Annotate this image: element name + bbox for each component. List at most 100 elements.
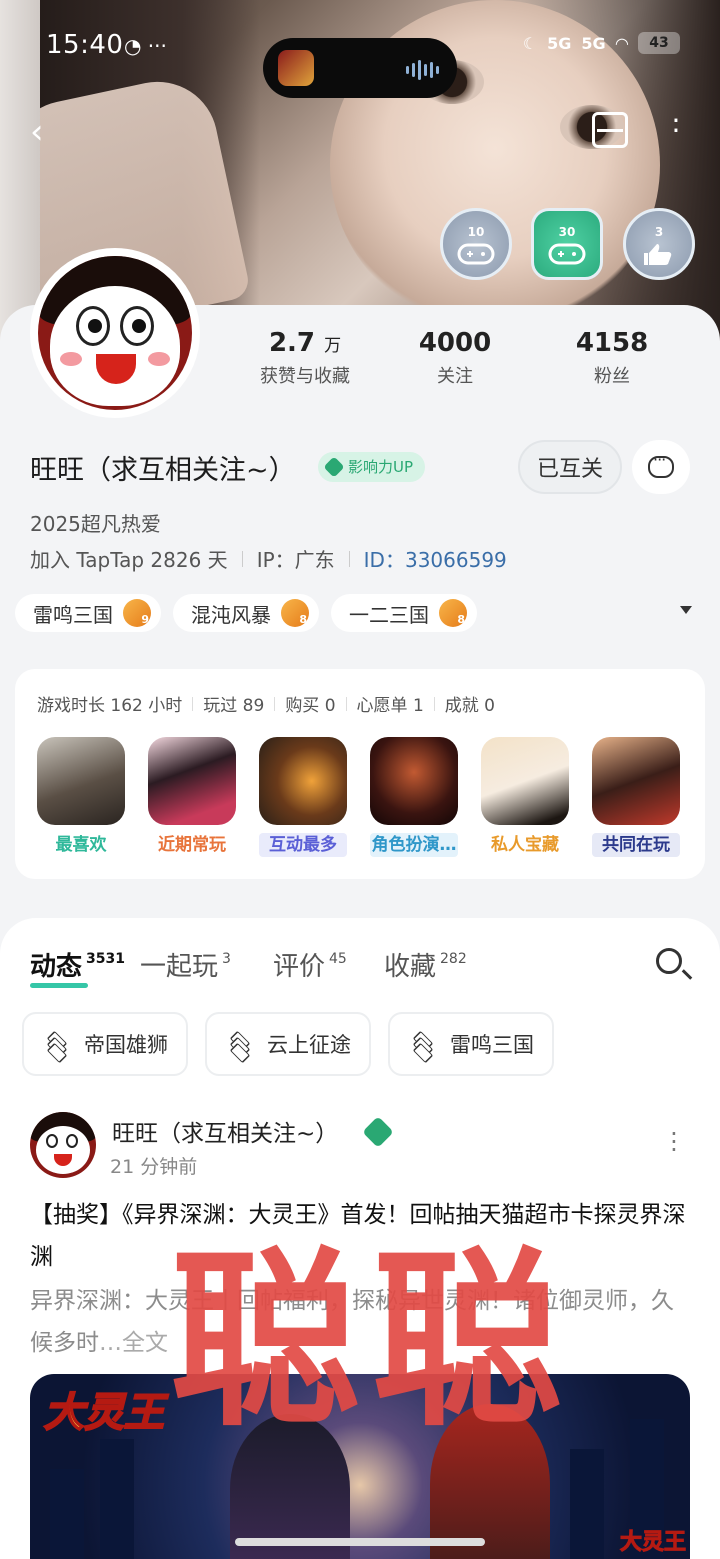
tab-active-indicator — [30, 983, 88, 988]
filter-chip[interactable]: 云上征途 — [205, 1012, 371, 1076]
signal-5g-icon-1: 5G — [547, 33, 572, 53]
read-more-link: …全文 — [99, 1330, 168, 1356]
stat-likes[interactable]: 2.7 万 获赞与收藏 — [250, 328, 360, 388]
game-tag-name: 一二三国 — [349, 602, 429, 627]
avatar-eye-right — [120, 306, 154, 346]
avatar[interactable] — [38, 256, 192, 410]
ip-location: IP：广东 — [256, 548, 335, 572]
gamepad-icon — [548, 243, 586, 265]
game-shelf: 最喜欢 近期常玩 互动最多 角色扮演… 私人宝藏 共同在玩 — [37, 737, 680, 857]
moon-icon: ☾ — [522, 33, 538, 53]
influence-badge[interactable]: 影响力UP — [318, 452, 426, 482]
wishlist-stat: 心愿单 1 — [356, 696, 424, 716]
stat-followers-label: 粉丝 — [594, 366, 630, 387]
game-tag-name: 混沌风暴 — [191, 602, 271, 627]
achievement-badge-2[interactable]: 30 — [531, 208, 603, 280]
shelf-item[interactable]: 最喜欢 — [37, 737, 125, 857]
avatar-cheek — [148, 352, 170, 366]
shelf-item[interactable]: 共同在玩 — [592, 737, 680, 857]
scan-icon[interactable] — [592, 112, 628, 148]
chat-bubble-icon — [648, 450, 674, 478]
tab-collections[interactable]: 收藏 282 — [384, 946, 467, 983]
avatar-eye-left — [76, 306, 110, 346]
badge-number: 10 — [467, 225, 485, 239]
audio-wave-icon — [406, 60, 439, 80]
battery-icon: 43 — [638, 32, 680, 54]
now-playing-app-icon — [278, 50, 314, 86]
achievements-stat: 成就 0 — [444, 696, 496, 716]
post-author-avatar[interactable] — [30, 1112, 96, 1178]
avatar-face — [50, 286, 180, 406]
post-author-name[interactable]: 旺旺（求互相关注~） — [112, 1114, 338, 1148]
wifi-icon: ◠ — [615, 33, 628, 53]
tab-posts[interactable]: 动态 3531 — [30, 946, 125, 983]
game-icon — [37, 737, 125, 825]
shelf-item[interactable]: 近期常玩 — [148, 737, 236, 857]
game-tag[interactable]: 一二三国 8 — [331, 594, 477, 632]
filter-chip-label: 云上征途 — [267, 1033, 351, 1057]
shelf-item[interactable]: 私人宝藏 — [481, 737, 569, 857]
mutual-follow-button[interactable]: 已互关 — [518, 440, 622, 494]
avatar-cheek — [60, 352, 82, 366]
shelf-label: 最喜欢 — [55, 835, 107, 855]
join-days: 加入 TapTap 2826 天 — [30, 548, 228, 572]
game-tag[interactable]: 雷鸣三国 9 — [15, 594, 161, 632]
status-notification-icons: ◔ ··· — [124, 34, 167, 58]
profile-bio: 2025超凡热爱 — [30, 512, 161, 536]
layers-icon — [408, 1030, 438, 1064]
tab-reviews[interactable]: 评价 45 — [273, 946, 347, 983]
filter-chip[interactable]: 帝国雄狮 — [22, 1012, 188, 1076]
stat-followers[interactable]: 4158 粉丝 — [567, 328, 657, 388]
game-icon — [592, 737, 680, 825]
game-tag[interactable]: 混沌风暴 8 — [173, 594, 319, 632]
game-tag-name: 雷鸣三国 — [33, 602, 113, 627]
layers-icon — [42, 1030, 72, 1064]
user-id[interactable]: ID：33066599 — [364, 544, 507, 573]
gamepad-icon — [457, 243, 495, 265]
divider — [241, 550, 243, 567]
message-button[interactable] — [632, 440, 690, 494]
game-level-badge: 8 — [281, 599, 309, 627]
stat-likes-label: 获赞与收藏 — [260, 366, 350, 387]
dynamic-island[interactable] — [263, 38, 457, 98]
chevron-down-icon[interactable] — [680, 606, 692, 614]
achievement-badge-1[interactable]: 10 — [440, 208, 512, 280]
shelf-label: 互动最多 — [259, 833, 347, 857]
signal-5g-icon-2: 5G — [581, 33, 606, 53]
game-icon — [148, 737, 236, 825]
played-stat: 玩过 89 — [203, 696, 265, 716]
filter-chip-label: 雷鸣三国 — [450, 1033, 534, 1057]
layers-icon — [225, 1030, 255, 1064]
thumbs-up-icon — [644, 244, 672, 265]
watermark-overlay: 聪聪 — [170, 1229, 575, 1452]
search-icon[interactable] — [656, 948, 682, 974]
badge-number: 30 — [558, 225, 576, 239]
status-bar: 15:40 ◔ ··· ☾ 5G 5G ◠ 43 — [0, 24, 720, 98]
filter-chip-label: 帝国雄狮 — [84, 1033, 168, 1057]
shelf-item[interactable]: 互动最多 — [259, 737, 347, 857]
profile-name: 旺旺（求互相关注~） — [30, 455, 296, 486]
divider — [348, 550, 350, 567]
shelf-item[interactable]: 角色扮演… — [370, 737, 458, 857]
shelf-label: 角色扮演… — [370, 833, 458, 857]
stat-followers-value: 4158 — [575, 328, 649, 358]
status-right-icons: ☾ 5G 5G ◠ 43 — [523, 32, 680, 54]
game-level-badge: 9 — [123, 599, 151, 627]
back-arrow-icon[interactable]: ‹ — [30, 112, 60, 152]
tab-play-together[interactable]: 一起玩 3 — [140, 946, 231, 983]
game-stats-row: 游戏时长 162 小时 玩过 89 购买 0 心愿单 1 成就 0 — [37, 691, 495, 716]
more-vertical-icon[interactable]: · · — [668, 107, 684, 146]
banner-game-logo: 大灵王 — [43, 1389, 165, 1437]
achievement-badge-3[interactable]: 3 — [623, 208, 695, 280]
game-tag-list: 雷鸣三国 9 混沌风暴 8 一二三国 8 — [15, 594, 477, 632]
shelf-label: 近期常玩 — [158, 835, 226, 855]
playtime-stat: 游戏时长 162 小时 — [37, 696, 183, 716]
filter-chip[interactable]: 雷鸣三国 — [388, 1012, 554, 1076]
home-indicator[interactable] — [235, 1538, 485, 1546]
game-icon — [481, 737, 569, 825]
status-time: 15:40 — [46, 30, 124, 60]
game-level-badge: 8 — [439, 599, 467, 627]
game-library-card[interactable]: 游戏时长 162 小时 玩过 89 购买 0 心愿单 1 成就 0 最喜欢 近期… — [15, 669, 705, 879]
post-more-icon[interactable]: · · · — [668, 1122, 680, 1162]
stat-following[interactable]: 4000 关注 — [410, 328, 500, 388]
